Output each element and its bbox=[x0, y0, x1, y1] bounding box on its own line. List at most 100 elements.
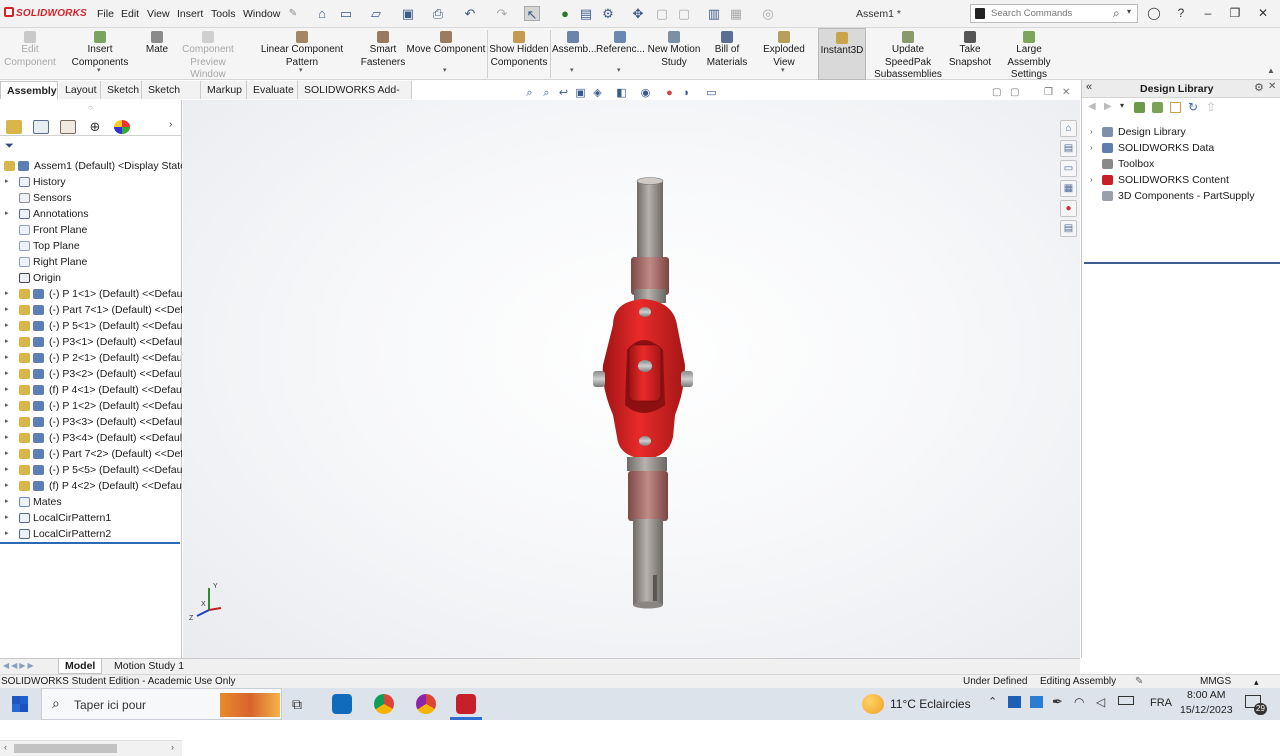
layout-icon[interactable]: ▥ bbox=[706, 6, 722, 21]
chevron-down-icon[interactable]: ▾ bbox=[443, 65, 447, 78]
forward-icon[interactable]: ▶ bbox=[1104, 101, 1112, 112]
tree-item[interactable]: ▸ (-) P 1<1> (Default) <<Defau bbox=[0, 286, 182, 302]
tile-icon[interactable]: ▢ bbox=[992, 87, 1001, 98]
close-pane-icon[interactable]: ✕ bbox=[1268, 81, 1276, 92]
rebuild-status-icon[interactable]: ✎ bbox=[1135, 675, 1143, 689]
move-icon[interactable]: ✥ bbox=[630, 6, 646, 21]
smart-dim-icon[interactable]: ▢ bbox=[676, 6, 692, 21]
select-cursor-icon[interactable]: ↖ bbox=[524, 6, 540, 22]
left-pin[interactable] bbox=[593, 371, 605, 387]
menu-file[interactable]: File bbox=[97, 8, 114, 20]
rebuild-icon[interactable]: ● bbox=[557, 6, 573, 21]
exploded-view-button[interactable]: Exploded View ▾ bbox=[752, 28, 816, 80]
update-speedpak-button[interactable]: Update SpeedPak Subassemblies bbox=[868, 28, 948, 80]
tree-root-assembly[interactable]: Assem1 (Default) <Display State- bbox=[0, 158, 182, 174]
options-gear-icon[interactable]: ⚙ bbox=[1254, 81, 1264, 94]
tree-item[interactable]: Sensors bbox=[0, 190, 182, 206]
menu-window[interactable]: Window bbox=[243, 8, 280, 20]
tree-item[interactable]: ▸ LocalCirPattern1 bbox=[0, 510, 182, 526]
expand-arrow-icon[interactable]: ▸ bbox=[5, 318, 9, 334]
chevron-down-icon[interactable]: ▾ bbox=[781, 65, 785, 78]
taskbar-search-box[interactable]: ⌕ Taper ici pour bbox=[41, 688, 282, 720]
chevron-down-icon[interactable]: ▾ bbox=[1120, 101, 1124, 110]
solidworks-resources-tab-icon[interactable]: ⌂ bbox=[1060, 120, 1077, 137]
insert-components-button[interactable]: Insert Components ▾ bbox=[58, 28, 142, 80]
expand-arrow-icon[interactable]: ▸ bbox=[5, 414, 9, 430]
file-explorer-tab-icon[interactable]: ▭ bbox=[1060, 160, 1077, 177]
word-icon[interactable] bbox=[1030, 696, 1043, 708]
bottom-collar[interactable] bbox=[628, 471, 668, 521]
expand-arrow-icon[interactable]: ▸ bbox=[5, 446, 9, 462]
search-icon[interactable]: ⌕ bbox=[1113, 6, 1120, 21]
tree-item[interactable]: ▸ LocalCirPattern2 bbox=[0, 526, 182, 542]
solidworks-logo[interactable]: SOLIDWORKS bbox=[4, 7, 87, 19]
tab-evaluate[interactable]: Evaluate bbox=[247, 81, 298, 99]
tree-item[interactable]: ▸ (-) P 5<1> (Default) <<Defaul bbox=[0, 318, 182, 334]
unit-system[interactable]: MMGS bbox=[1200, 675, 1231, 689]
chevron-down-icon[interactable]: ▾ bbox=[617, 65, 621, 78]
file-properties-icon[interactable]: ▤ bbox=[578, 6, 594, 21]
sketch-icon[interactable]: ▢ bbox=[654, 6, 670, 21]
take-snapshot-button[interactable]: Take Snapshot bbox=[948, 28, 992, 80]
tree-item[interactable]: ▸ (-) P3<2> (Default) <<Default bbox=[0, 366, 182, 382]
minimize-icon[interactable]: – bbox=[1199, 6, 1217, 20]
tab-layout[interactable]: Layout bbox=[59, 81, 101, 99]
windows-start-icon[interactable] bbox=[12, 696, 28, 712]
chevron-down-icon[interactable]: ▾ bbox=[1127, 7, 1131, 16]
volume-icon[interactable]: ◁ bbox=[1096, 695, 1105, 709]
dynamic-annotation-icon[interactable]: ◈ bbox=[591, 87, 604, 99]
linear-pattern-button[interactable]: Linear Component Pattern ▾ bbox=[244, 28, 360, 80]
property-manager-tab-icon[interactable] bbox=[33, 120, 49, 134]
graphics-area[interactable]: ⌕ ⌕ ↩ ▣ ◈ ◧ ◉ ● ◑ ▭ ▢ ▢ ❐ ✕ Y X Z ⌂ ▤ ▭ … bbox=[183, 87, 1080, 658]
feature-manager-tab-icon[interactable] bbox=[6, 120, 22, 134]
tree-item[interactable]: Right Plane bbox=[0, 254, 182, 270]
redo-icon[interactable]: ↷ bbox=[494, 6, 510, 21]
zoom-to-fit-icon[interactable]: ⌕ bbox=[523, 87, 536, 99]
tree-item[interactable]: ▸ Annotations bbox=[0, 206, 182, 222]
print-icon[interactable]: ⎙ bbox=[430, 6, 446, 21]
tree-item[interactable]: ▸ (-) P3<1> (Default) <<Default bbox=[0, 334, 182, 350]
account-icon[interactable]: ◯ bbox=[1145, 6, 1163, 20]
tab-model[interactable]: Model bbox=[58, 659, 103, 674]
wifi-icon[interactable]: ◠ bbox=[1074, 695, 1084, 709]
design-library-tab-icon[interactable]: ▤ bbox=[1060, 140, 1077, 157]
expand-arrow-icon[interactable]: ▸ bbox=[5, 526, 9, 542]
create-library-part-icon[interactable] bbox=[1152, 102, 1163, 113]
expand-arrow-icon[interactable]: ▸ bbox=[5, 510, 9, 526]
expand-arrow-icon[interactable]: ▸ bbox=[5, 462, 9, 478]
tree-item[interactable]: ▸ (-) P 1<2> (Default) <<Defau bbox=[0, 398, 182, 414]
view-icon[interactable]: ▦ bbox=[728, 6, 744, 21]
bill-of-materials-button[interactable]: Bill of Materials bbox=[704, 28, 750, 80]
chevron-down-icon[interactable]: ▾ bbox=[97, 65, 101, 78]
tree-item[interactable]: ▸ (-) Part 7<1> (Default) <<Def bbox=[0, 302, 182, 318]
restore-icon[interactable]: ❐ bbox=[1226, 6, 1244, 20]
tree-item[interactable]: ▸ (-) P3<4> (Default) <<Default bbox=[0, 430, 182, 446]
show-hidden-icons-icon[interactable]: ⌃ bbox=[988, 695, 997, 708]
mate-button[interactable]: Mate bbox=[142, 28, 172, 80]
collapse-ribbon-icon[interactable]: ▲ bbox=[1267, 66, 1275, 75]
tree-item[interactable]: ▸ (-) Part 7<2> (Default) <<Def bbox=[0, 446, 182, 462]
weather-text[interactable]: 11°C Eclaircies bbox=[890, 697, 971, 711]
tree-item[interactable]: ▸ (f) P 4<1> (Default) <<Defaul bbox=[0, 382, 182, 398]
collapse-pane-icon[interactable]: « bbox=[1086, 81, 1092, 93]
rollback-bar[interactable] bbox=[0, 542, 180, 544]
undo-icon[interactable]: ↶ bbox=[462, 6, 478, 21]
show-hidden-button[interactable]: Show Hidden Components bbox=[489, 28, 549, 80]
clock-time[interactable]: 8:00 AM bbox=[1187, 689, 1226, 701]
pen-icon[interactable]: ✒ bbox=[1052, 694, 1063, 710]
tree-item[interactable]: Front Plane bbox=[0, 222, 182, 238]
expand-arrow-icon[interactable]: ▸ bbox=[5, 334, 9, 350]
view-settings-icon[interactable]: ▭ bbox=[705, 87, 718, 99]
expand-arrow-icon[interactable]: ▸ bbox=[5, 206, 9, 222]
assembly-features-button[interactable]: Assemb... ▾ bbox=[552, 28, 596, 80]
display-style-icon[interactable]: ◉ bbox=[639, 87, 652, 99]
scroll-right-icon[interactable]: › bbox=[171, 742, 174, 752]
large-assembly-settings-button[interactable]: Large Assembly Settings bbox=[994, 28, 1064, 80]
tree-item[interactable]: ▸ Mates bbox=[0, 494, 182, 510]
appearances-tab-icon[interactable]: ● bbox=[1060, 200, 1077, 217]
bottom-shaft[interactable] bbox=[633, 519, 663, 605]
close-icon[interactable]: ✕ bbox=[1254, 6, 1272, 20]
move-component-button[interactable]: Move Component ▾ bbox=[406, 28, 486, 80]
scrollbar-thumb[interactable] bbox=[14, 744, 117, 753]
solidworks-taskbar-icon[interactable] bbox=[456, 694, 476, 714]
